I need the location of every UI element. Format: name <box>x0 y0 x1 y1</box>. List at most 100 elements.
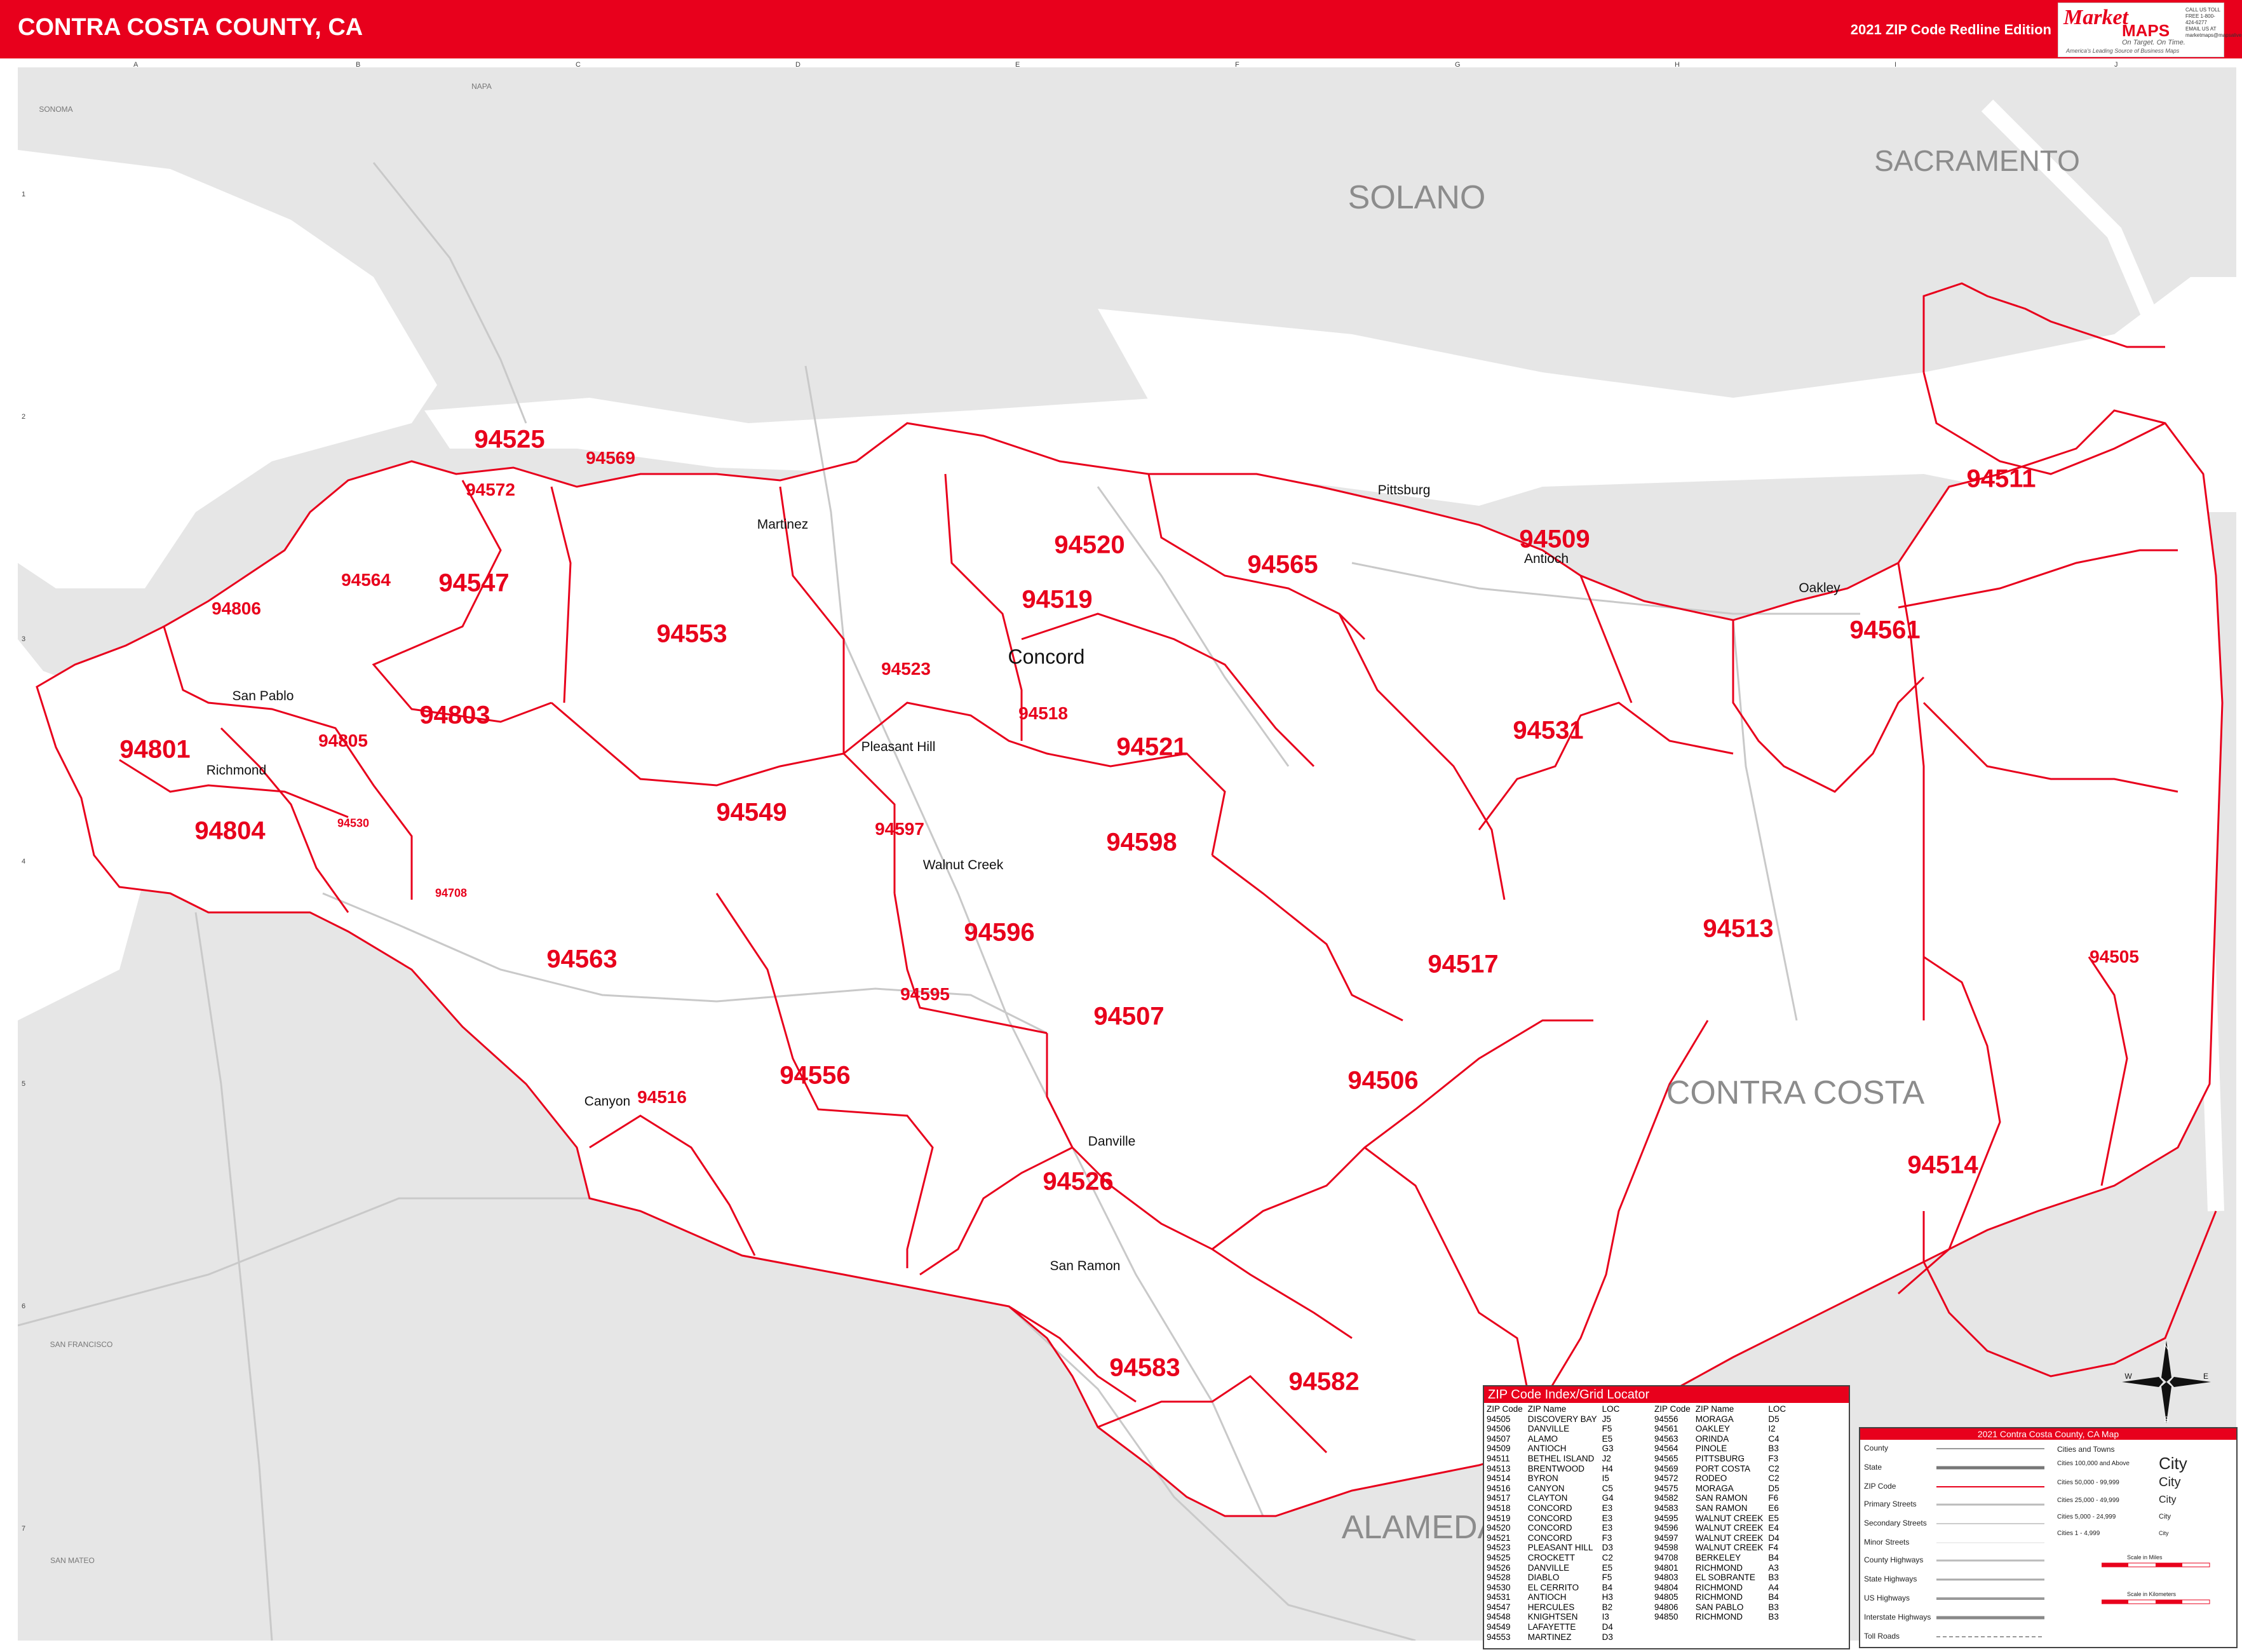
zip-index-row: 94530 EL CERRITO B4 <box>1484 1583 1622 1593</box>
zip-label-94521: 94521 <box>1116 733 1187 761</box>
zip-index-name: BERKELEY <box>1695 1552 1741 1562</box>
zip-label-94803: 94803 <box>419 701 490 729</box>
zip-index-name: ANTIOCH <box>1527 1592 1567 1602</box>
zip-label-94525: 94525 <box>474 425 545 454</box>
zip-index-zip: 94596 <box>1654 1523 1678 1533</box>
legend-city-tier-5-sample: City <box>2159 1530 2169 1536</box>
zip-index-name: MARTINEZ <box>1527 1632 1572 1642</box>
zip-index-loc: D4 <box>1768 1533 1779 1543</box>
legend-item-primary: Primary Streets <box>1864 1500 1917 1508</box>
zip-label-94556: 94556 <box>780 1061 851 1090</box>
zip-index-name: WALNUT CREEK <box>1695 1533 1764 1543</box>
zip-index-loc: D4 <box>1602 1622 1613 1632</box>
zip-label-94505: 94505 <box>2090 947 2139 966</box>
zip-index-name: RICHMOND <box>1695 1612 1743 1622</box>
zip-index-zip: 94547 <box>1487 1602 1511 1612</box>
zip-index-loc: F5 <box>1602 1424 1612 1434</box>
index-header-zip: ZIP Code <box>1487 1404 1523 1414</box>
city-label-walnut-creek: Walnut Creek <box>922 858 1004 872</box>
legend-item-state-hwy: State Highways <box>1864 1574 1917 1583</box>
city-label-martinez: Martinez <box>757 517 809 532</box>
grid-row-5: 5 <box>22 1080 26 1088</box>
zip-index-row: 94572 RODEO C2 <box>1652 1473 1788 1484</box>
grid-row-3: 3 <box>22 635 26 643</box>
zip-index-loc: E4 <box>1768 1523 1779 1533</box>
zip-index-zip: 94511 <box>1487 1453 1510 1463</box>
zip-label-94708: 94708 <box>435 886 468 900</box>
zip-index-row: 94598 WALNUT CREEK F4 <box>1652 1543 1788 1553</box>
compass-w: W <box>2124 1372 2132 1381</box>
grid-col-c: C <box>576 61 581 69</box>
zip-index-row: 94509 ANTIOCH G3 <box>1484 1444 1622 1454</box>
zip-index-name: SAN RAMON <box>1695 1493 1748 1503</box>
legend-city-tier-1-sample: City <box>2159 1454 2187 1473</box>
zip-index-name: WALNUT CREEK <box>1695 1543 1764 1553</box>
zip-index-name: MORAGA <box>1695 1414 1734 1424</box>
zip-index-name: PORT COSTA <box>1695 1463 1751 1473</box>
zip-index-zip: 94507 <box>1487 1433 1511 1444</box>
zip-index-loc: A3 <box>1768 1562 1779 1573</box>
zip-index-zip: 94530 <box>1487 1582 1511 1592</box>
zip-index-loc: F3 <box>1768 1453 1779 1463</box>
zip-index-zip: 94514 <box>1487 1473 1511 1484</box>
legend-item-us-hwy: US Highways <box>1864 1594 1910 1602</box>
map-legend: 2021 Contra Costa County, CA Map County … <box>1859 1427 2238 1648</box>
zip-index-loc: J2 <box>1602 1453 1611 1463</box>
zip-index-loc: B3 <box>1768 1444 1779 1454</box>
city-label-san-ramon: San Ramon <box>1050 1259 1121 1273</box>
zip-index-zip: 94803 <box>1654 1573 1678 1583</box>
grid-col-f: F <box>1235 61 1239 69</box>
zip-index-loc: E5 <box>1602 1433 1613 1444</box>
brand-line1: Market <box>2063 6 2128 29</box>
zip-label-94514: 94514 <box>1907 1151 1978 1179</box>
brand-tagline: On Target. On Time. <box>2122 39 2185 46</box>
zip-index-zip: 94548 <box>1487 1612 1511 1622</box>
zip-index-loc: E3 <box>1602 1523 1613 1533</box>
legend-item-interstate: Interstate Highways <box>1864 1613 1931 1622</box>
zip-index-zip: 94850 <box>1654 1612 1678 1622</box>
legend-item-minor: Minor Streets <box>1864 1538 1910 1547</box>
zip-index-loc: B3 <box>1768 1612 1779 1622</box>
zip-index-zip: 94598 <box>1654 1543 1678 1553</box>
zip-index-name: OAKLEY <box>1695 1424 1730 1434</box>
compass-s: S <box>2164 1415 2169 1423</box>
zip-label-94569: 94569 <box>586 448 635 468</box>
map-frame[interactable]: SOLANO SACRAMENTO CONTRA COSTA ALAMEDA S… <box>18 67 2236 1641</box>
zip-index-row: 94520 CONCORD E3 <box>1484 1523 1622 1533</box>
zip-index-zip: 94518 <box>1487 1503 1511 1513</box>
zip-index-loc: I3 <box>1602 1612 1609 1622</box>
zip-index-loc: G3 <box>1602 1444 1614 1454</box>
zip-index-zip: 94525 <box>1487 1552 1511 1562</box>
zip-index-row: 94525 CROCKETT C2 <box>1484 1553 1622 1563</box>
grid-col-h: H <box>1675 61 1680 69</box>
county-label-san-mateo: SAN MATEO <box>50 1556 95 1565</box>
title-bar: CONTRA COSTA COUNTY, CA 2021 ZIP Code Re… <box>0 0 2242 58</box>
legend-scale-km: Scale in Kilometers <box>2127 1591 2177 1597</box>
zip-index-zip: 94526 <box>1487 1562 1511 1573</box>
zip-index-zip: 94517 <box>1487 1493 1511 1503</box>
zip-label-94563: 94563 <box>546 945 618 973</box>
zip-label-94513: 94513 <box>1703 914 1774 943</box>
zip-index-name: DANVILLE <box>1527 1562 1570 1573</box>
zip-index-row: 94517 CLAYTON G4 <box>1484 1493 1622 1503</box>
zip-index-row: 94565 PITTSBURG F3 <box>1652 1454 1788 1464</box>
zip-index-row: 94518 CONCORD E3 <box>1484 1503 1622 1513</box>
zip-index-loc: H4 <box>1602 1463 1613 1473</box>
zip-index-row: 94806 SAN PABLO B3 <box>1652 1602 1788 1613</box>
zip-index-loc: E6 <box>1768 1503 1779 1513</box>
zip-index-row: 94583 SAN RAMON E6 <box>1652 1503 1788 1513</box>
city-label-san-pablo: San Pablo <box>232 689 294 703</box>
zip-index-row: 94547 HERCULES B2 <box>1484 1602 1622 1613</box>
zip-index-name: ALAMO <box>1527 1433 1558 1444</box>
zip-index-row: 94564 PINOLE B3 <box>1652 1444 1788 1454</box>
grid-col-e: E <box>1015 61 1020 69</box>
zip-index-loc: F5 <box>1602 1573 1612 1583</box>
legend-city-tier-4-sample: City <box>2159 1513 2171 1520</box>
zip-index-row: 94561 OAKLEY I2 <box>1652 1424 1788 1434</box>
zip-label-94526: 94526 <box>1043 1167 1114 1196</box>
index-header-zip: ZIP Code <box>1654 1404 1691 1414</box>
zip-index-loc: F6 <box>1768 1493 1779 1503</box>
zip-label-94520: 94520 <box>1054 531 1125 559</box>
city-label-oakley: Oakley <box>1799 581 1840 595</box>
zip-index-name: DISCOVERY BAY <box>1527 1414 1597 1424</box>
